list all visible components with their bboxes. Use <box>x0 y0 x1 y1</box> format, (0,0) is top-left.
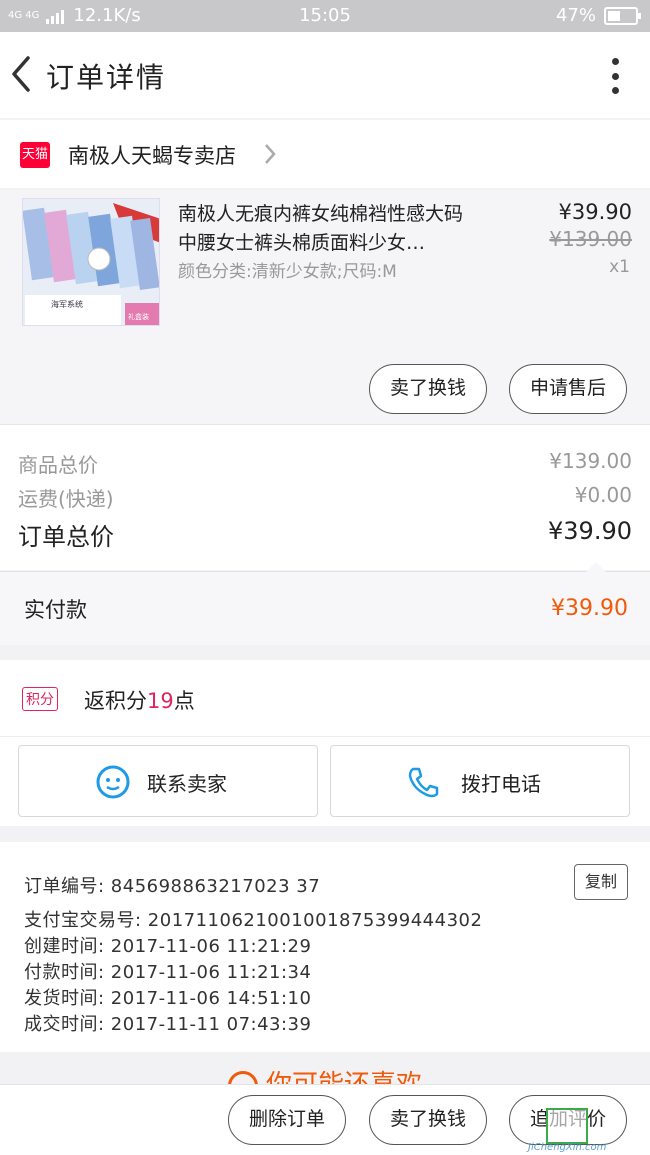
nav-bar: 订单详情 <box>0 32 650 118</box>
paid-amount-row: 实付款 ¥39.90 <box>0 562 650 645</box>
shop-name: 南极人天蝎专卖店 <box>68 144 236 168</box>
shipping-label: 运费(快递) <box>18 487 114 511</box>
bottom-sell-button[interactable]: 卖了换钱 <box>369 1095 487 1145</box>
contact-section: 联系卖家 拨打电话 <box>0 736 650 826</box>
battery-icon <box>604 6 641 25</box>
completed-time: 成交时间: 2017-11-11 07:43:39 <box>24 1014 312 1035</box>
battery-percent: 47% <box>555 5 596 26</box>
after-sale-button[interactable]: 申请售后 <box>509 364 627 414</box>
thumbnail-tag: 礼盒装 <box>128 313 149 321</box>
copy-button[interactable]: 复制 <box>574 864 628 900</box>
points-badge: 积分 <box>22 687 58 711</box>
created-time: 创建时间: 2017-11-06 11:21:29 <box>24 936 312 957</box>
back-arrow-icon[interactable] <box>6 52 40 96</box>
delete-order-button[interactable]: 删除订单 <box>228 1095 346 1145</box>
order-info: 订单编号: 845698863217023 37 复制 支付宝交易号: 2017… <box>0 842 650 1052</box>
sell-button[interactable]: 卖了换钱 <box>369 364 487 414</box>
contact-seller-label: 联系卖家 <box>147 772 227 796</box>
heart-icon <box>227 1070 258 1084</box>
product-title[interactable]: 南极人无痕内裤女纯棉裆性感大码中腰女士裤头棉质面料少女… <box>178 200 478 258</box>
shipped-time: 发货时间: 2017-11-06 14:51:10 <box>24 988 312 1009</box>
points-suffix: 点 <box>173 689 195 713</box>
page-title: 订单详情 <box>46 61 167 94</box>
status-right: 47% <box>555 5 641 26</box>
recommend-header: 你可能还喜欢 <box>0 1052 650 1084</box>
product-price: ¥39.90 <box>558 200 632 224</box>
order-number: 订单编号: 845698863217023 37 <box>24 876 321 897</box>
shop-header[interactable]: 天猫 南极人天蝎专卖店 <box>0 120 650 188</box>
status-bar: 4G 4G 12.1K/s 15:05 47% <box>0 0 650 32</box>
product-sku: 颜色分类:清新少女款;尺码:M <box>178 262 397 282</box>
phone-icon <box>408 767 439 798</box>
thumbnail-label: 海军系统 <box>51 300 83 309</box>
points-text: 返积分19点 <box>84 685 195 715</box>
product-quantity: x1 <box>609 257 630 277</box>
order-item: 海军系统 礼盒装 南极人无痕内裤女纯棉裆性感大码中腰女士裤头棉质面料少女… 颜色… <box>0 190 650 424</box>
more-menu-icon[interactable] <box>610 58 620 94</box>
call-label: 拨打电话 <box>461 772 541 796</box>
goods-total-label: 商品总价 <box>18 453 98 477</box>
site-watermark: JiChengXin.com <box>528 1104 646 1153</box>
product-thumbnail[interactable]: 海军系统 礼盒装 <box>22 198 160 326</box>
goods-total-row: 商品总价 ¥139.00 <box>18 449 632 478</box>
goods-total-value: ¥139.00 <box>549 449 632 473</box>
watermark-logo <box>546 1108 588 1144</box>
order-total-row: 订单总价 ¥39.90 <box>18 517 632 552</box>
chat-face-icon <box>96 765 130 799</box>
watermark-site: JiChengXin.com <box>528 1142 607 1153</box>
price-summary: 商品总价 ¥139.00 运费(快递) ¥0.00 订单总价 ¥39.90 <box>0 424 650 570</box>
paid-label: 实付款 <box>24 598 87 622</box>
paid-time: 付款时间: 2017-11-06 11:21:34 <box>24 962 312 983</box>
status-time: 15:05 <box>299 5 351 26</box>
tmall-badge: 天猫 <box>20 142 50 168</box>
chevron-right-icon <box>265 144 276 164</box>
shipping-row: 运费(快递) ¥0.00 <box>18 483 632 512</box>
call-button[interactable]: 拨打电话 <box>330 745 630 817</box>
order-total-label: 订单总价 <box>18 523 114 551</box>
order-total-value: ¥39.90 <box>548 517 632 545</box>
recommend-title: 你可能还喜欢 <box>266 1070 422 1084</box>
points-value: 19 <box>147 689 174 713</box>
points-prefix: 返积分 <box>84 689 147 713</box>
contact-seller-button[interactable]: 联系卖家 <box>18 745 318 817</box>
paid-value: ¥39.90 <box>551 596 628 621</box>
product-original-price: ¥139.00 <box>549 227 632 251</box>
alipay-trade-number: 支付宝交易号: 2017110621001001875399444302 <box>24 910 483 931</box>
recommend-title-row: 你可能还喜欢 <box>0 1064 650 1084</box>
shipping-value: ¥0.00 <box>574 483 632 507</box>
points-row: 积分 返积分19点 <box>0 660 650 736</box>
